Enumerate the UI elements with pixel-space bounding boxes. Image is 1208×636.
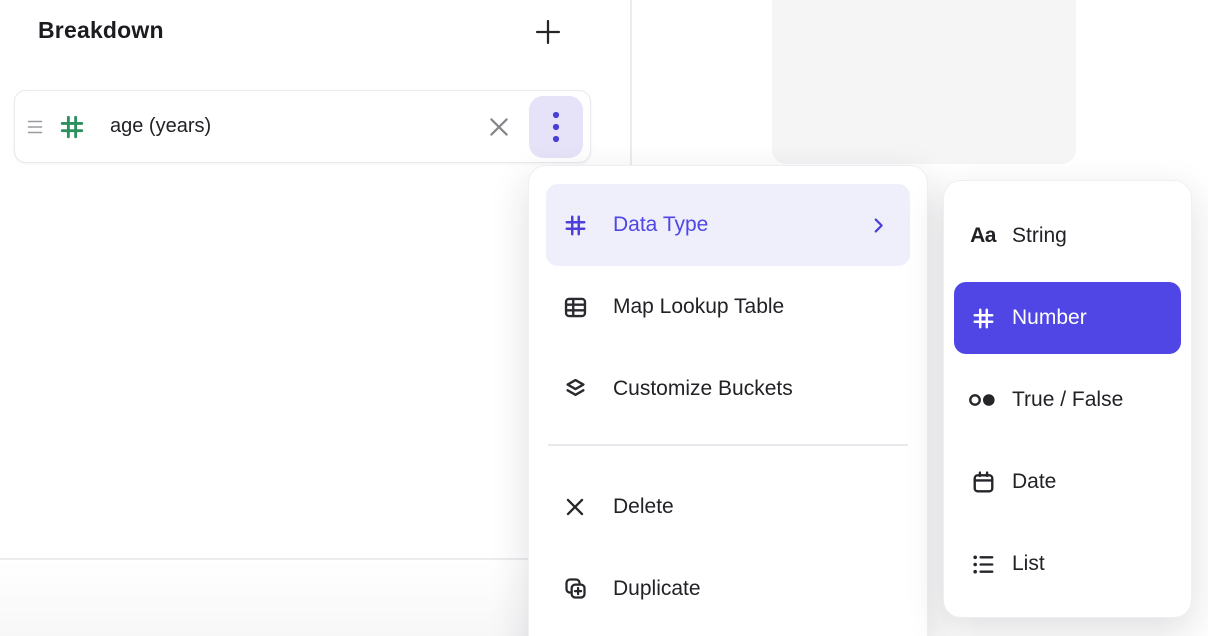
hash-icon xyxy=(966,305,1000,332)
menu-item-data-type[interactable]: Data Type xyxy=(546,184,910,266)
submenu-item-string[interactable]: Aa String xyxy=(954,195,1181,277)
chevron-right-icon xyxy=(869,216,888,235)
field-context-menu: Data Type Map Lookup Table xyxy=(528,165,928,636)
menu-item-label: Customize Buckets xyxy=(613,377,793,401)
x-icon xyxy=(561,493,589,521)
hash-icon xyxy=(561,211,589,239)
submenu-item-label: True / False xyxy=(1012,388,1123,412)
data-type-submenu: Aa String Number True / False xyxy=(943,180,1192,618)
number-hash-icon xyxy=(55,110,89,144)
remove-field-button[interactable] xyxy=(481,109,517,145)
submenu-item-label: Number xyxy=(1012,306,1087,330)
menu-item-customize-buckets[interactable]: Customize Buckets xyxy=(546,348,910,430)
close-icon xyxy=(485,113,513,141)
menu-item-label: Map Lookup Table xyxy=(613,295,784,319)
submenu-item-label: Date xyxy=(1012,470,1056,494)
boolean-circles-icon xyxy=(966,388,1000,412)
menu-item-label: Data Type xyxy=(613,213,708,237)
plus-icon xyxy=(532,16,564,48)
add-breakdown-button[interactable] xyxy=(528,12,568,52)
submenu-item-true-false[interactable]: True / False xyxy=(954,359,1181,441)
submenu-item-label: String xyxy=(1012,224,1067,248)
menu-divider xyxy=(548,444,908,446)
calendar-icon xyxy=(966,469,1000,496)
duplicate-icon xyxy=(561,575,589,603)
stack-icon xyxy=(561,375,589,403)
list-icon xyxy=(966,551,1000,578)
kebab-dots-icon xyxy=(551,109,561,145)
string-icon: Aa xyxy=(966,224,1000,248)
background-chart-placeholder xyxy=(772,0,1076,164)
table-icon xyxy=(561,293,589,321)
page-title: Breakdown xyxy=(38,17,164,44)
submenu-item-date[interactable]: Date xyxy=(954,441,1181,523)
menu-item-label: Delete xyxy=(613,495,674,519)
breakdown-panel: Breakdown age (years) xyxy=(0,0,1208,636)
menu-item-map-lookup-table[interactable]: Map Lookup Table xyxy=(546,266,910,348)
menu-item-label: Duplicate xyxy=(613,577,701,601)
field-options-button[interactable] xyxy=(529,96,583,158)
drag-handle-icon[interactable] xyxy=(24,112,46,142)
submenu-item-number[interactable]: Number xyxy=(954,282,1181,354)
breakdown-field-row[interactable]: age (years) xyxy=(14,90,591,163)
menu-item-duplicate[interactable]: Duplicate xyxy=(546,548,910,630)
menu-item-delete[interactable]: Delete xyxy=(546,466,910,548)
submenu-item-list[interactable]: List xyxy=(954,523,1181,605)
submenu-item-label: List xyxy=(1012,552,1045,576)
field-name-label: age (years) xyxy=(110,115,211,138)
